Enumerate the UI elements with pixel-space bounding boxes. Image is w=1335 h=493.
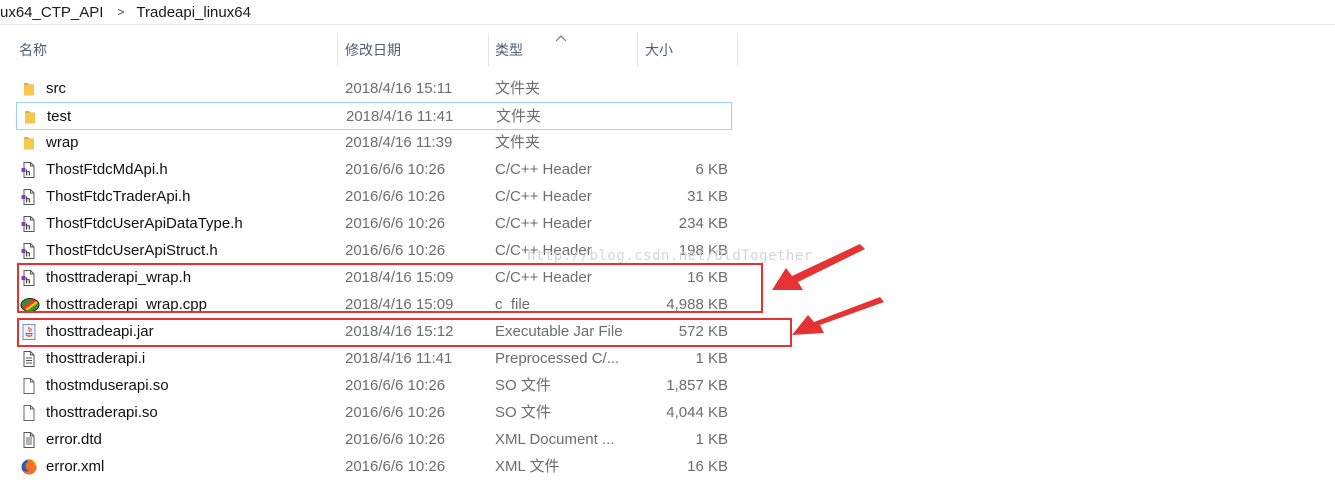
- file-name: thosttraderapi.i: [46, 350, 146, 367]
- file-name: test: [47, 108, 72, 125]
- file-type: C/C++ Header: [495, 188, 592, 205]
- file-size: 6 KB: [695, 161, 728, 178]
- file-row[interactable]: h ThostFtdcUserApiDataType.h 2016/6/6 10:2…: [16, 210, 732, 237]
- file-size: 1 KB: [695, 350, 728, 367]
- file-row[interactable]: thostmduserapi.so 2016/6/6 10:26 SO 文件 1,85…: [16, 372, 732, 399]
- breadcrumb: ux64_CTP_API > Tradeapi_linux64: [0, 0, 1335, 25]
- file-size: 234 KB: [678, 215, 728, 232]
- svg-text:h: h: [26, 196, 31, 205]
- file-name: error.dtd: [46, 431, 102, 448]
- file-row[interactable]: thosttraderapi.i 2018/4/16 11:41 Preproces…: [16, 345, 732, 372]
- column-divider[interactable]: [337, 33, 338, 66]
- breadcrumb-item-ctp-api[interactable]: ux64_CTP_API: [0, 4, 103, 21]
- file-type: SO 文件: [495, 377, 551, 394]
- file-type: C/C++ Header: [495, 215, 592, 232]
- file-modified-date: 2016/6/6 10:26: [345, 458, 446, 475]
- file-row[interactable]: h ThostFtdcMdApi.h 2016/6/6 10:26 C/C++ Hea…: [16, 156, 732, 183]
- file-size: 1 KB: [695, 431, 728, 448]
- text-file-icon: [20, 350, 38, 368]
- dtd-file-icon: [20, 431, 38, 449]
- column-header-size[interactable]: 大小: [645, 33, 673, 66]
- file-modified-date: 2018/4/16 11:41: [345, 350, 453, 367]
- file-name: ThostFtdcUserApiStruct.h: [46, 242, 218, 259]
- file-row[interactable]: wrap 2018/4/16 11:39 文件夹: [16, 129, 732, 156]
- file-name: ThostFtdcTraderApi.h: [46, 188, 191, 205]
- column-divider[interactable]: [488, 33, 489, 66]
- breadcrumb-item-tradeapi-linux64[interactable]: Tradeapi_linux64: [136, 4, 251, 21]
- header-file-icon: h: [20, 215, 38, 233]
- column-divider[interactable]: [637, 33, 638, 66]
- file-name: wrap: [46, 134, 79, 151]
- header-file-icon: h: [20, 188, 38, 206]
- column-header-row: 名称 修改日期 类型 大小: [0, 33, 740, 66]
- header-file-icon: h: [20, 242, 38, 260]
- svg-text:h: h: [26, 223, 31, 232]
- file-modified-date: 2016/6/6 10:26: [345, 404, 446, 421]
- file-row[interactable]: thosttraderapi.so 2016/6/6 10:26 SO 文件 4,04…: [16, 399, 732, 426]
- file-modified-date: 2016/6/6 10:26: [345, 431, 446, 448]
- column-divider[interactable]: [737, 33, 738, 66]
- file-row[interactable]: h ThostFtdcTraderApi.h 2016/6/6 10:26 C/C++…: [16, 183, 732, 210]
- folder-icon: [20, 80, 38, 98]
- file-size: 1,857 KB: [666, 377, 728, 394]
- red-arrow-icon: [772, 244, 865, 290]
- svg-text:h: h: [26, 169, 31, 178]
- header-file-icon: h: [20, 161, 38, 179]
- file-modified-date: 2016/6/6 10:26: [345, 215, 446, 232]
- folder-icon: [20, 134, 38, 152]
- file-name: src: [46, 80, 66, 97]
- svg-text:h: h: [26, 250, 31, 259]
- folder-icon: [21, 108, 39, 126]
- file-size: 31 KB: [687, 188, 728, 205]
- blank-file-icon: [20, 377, 38, 395]
- file-row[interactable]: test 2018/4/16 11:41 文件夹: [16, 102, 732, 130]
- file-name: ThostFtdcUserApiDataType.h: [46, 215, 243, 232]
- file-modified-date: 2018/4/16 15:11: [345, 80, 453, 97]
- breadcrumb-separator[interactable]: >: [117, 5, 124, 19]
- file-name: error.xml: [46, 458, 105, 475]
- file-modified-date: 2018/4/16 11:41: [346, 108, 454, 125]
- file-type: XML 文件: [495, 458, 560, 475]
- file-size: 16 KB: [687, 458, 728, 475]
- highlight-box-jar-file: [17, 318, 792, 347]
- file-modified-date: 2016/6/6 10:26: [345, 188, 446, 205]
- file-row[interactable]: error.dtd 2016/6/6 10:26 XML Document ... 1…: [16, 426, 732, 453]
- column-header-name[interactable]: 名称: [19, 33, 47, 66]
- file-type: Preprocessed C/...: [495, 350, 620, 367]
- file-type: XML Document ...: [495, 431, 615, 448]
- sort-ascending-icon: [555, 33, 567, 46]
- file-name: ThostFtdcMdApi.h: [46, 161, 168, 178]
- file-name: thostmduserapi.so: [46, 377, 169, 394]
- file-row[interactable]: src 2018/4/16 15:11 文件夹: [16, 75, 732, 102]
- file-modified-date: 2016/6/6 10:26: [345, 161, 446, 178]
- file-modified-date: 2016/6/6 10:26: [345, 242, 446, 259]
- file-row[interactable]: error.xml 2016/6/6 10:26 XML 文件 16 KB: [16, 453, 732, 480]
- column-header-date[interactable]: 修改日期: [345, 33, 401, 66]
- file-type: 文件夹: [495, 80, 541, 97]
- blank-file-icon: [20, 404, 38, 422]
- file-type: 文件夹: [496, 108, 542, 125]
- firefox-icon: [20, 458, 38, 476]
- file-type: C/C++ Header: [495, 161, 592, 178]
- file-modified-date: 2016/6/6 10:26: [345, 377, 446, 394]
- file-modified-date: 2018/4/16 11:39: [345, 134, 453, 151]
- file-name: thosttraderapi.so: [46, 404, 158, 421]
- file-type: SO 文件: [495, 404, 551, 421]
- file-type: 文件夹: [495, 134, 541, 151]
- column-header-type[interactable]: 类型: [495, 33, 523, 66]
- file-size: 4,044 KB: [666, 404, 728, 421]
- highlight-box-wrap-files: [17, 263, 763, 313]
- red-arrow-icon: [792, 297, 884, 335]
